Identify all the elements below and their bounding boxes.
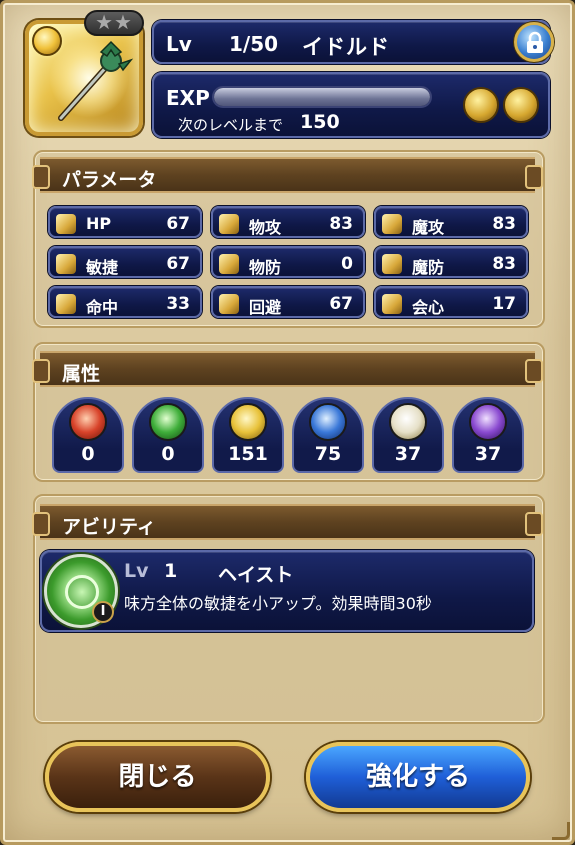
- ability-level-label: Lv: [124, 560, 149, 582]
- ability-description: 味方全体の敏捷を小アップ。効果時間30秒: [124, 594, 432, 613]
- lock-button[interactable]: [514, 22, 554, 62]
- close-button[interactable]: 閉じる: [45, 742, 270, 812]
- parameters-header: パラメータ: [32, 157, 543, 193]
- water-element-icon: [309, 403, 347, 441]
- wind-element-icon: [149, 403, 187, 441]
- element-value: 151: [228, 443, 268, 465]
- element-water: 75: [292, 397, 364, 473]
- element-value: 0: [81, 443, 95, 465]
- stat-name: 魔攻: [412, 218, 445, 237]
- stat-name: 物攻: [249, 218, 282, 237]
- stat-name: HP: [86, 214, 112, 233]
- stat-magic-defense: 魔防 83: [374, 246, 528, 278]
- stat-name: 敏捷: [86, 258, 119, 277]
- feather-icon[interactable]: [503, 87, 539, 123]
- attributes-title: 属性: [62, 363, 101, 385]
- element-light: 151: [212, 397, 284, 473]
- exp-gauge-fill: [214, 88, 430, 106]
- element-value: 75: [314, 443, 342, 465]
- stat-name: 会心: [412, 298, 445, 317]
- attributes-header: 属性: [32, 351, 543, 387]
- stat-value: 33: [166, 294, 190, 314]
- fire-element-icon: [69, 403, 107, 441]
- stat-name: 物防: [249, 258, 282, 277]
- element-fire: 0: [52, 397, 124, 473]
- rarity-stars: ★★: [84, 10, 144, 36]
- light-element-icon: [32, 26, 62, 56]
- stat-accuracy: 命中 33: [48, 286, 202, 318]
- ability-title: アビリティ: [62, 516, 156, 538]
- level-bar: Lv 1/50 イドルド: [152, 20, 550, 64]
- stat-value: 67: [166, 254, 190, 274]
- stat-value: 83: [492, 254, 516, 274]
- stat-value: 83: [492, 214, 516, 234]
- stat-value: 67: [329, 294, 353, 314]
- earth-element-icon: [389, 403, 427, 441]
- element-value: 0: [161, 443, 175, 465]
- exp-gauge: [212, 86, 432, 108]
- element-value: 37: [394, 443, 422, 465]
- element-dark: 37: [452, 397, 524, 473]
- dark-element-icon: [469, 403, 507, 441]
- light-element-icon: [229, 403, 267, 441]
- staff-icon: [382, 214, 402, 234]
- ability-level-value: 1: [164, 560, 178, 582]
- corner-ornament: [552, 822, 570, 840]
- ability-rank-badge: I: [92, 601, 114, 623]
- exp-label: EXP: [166, 86, 210, 110]
- magic-shield-icon: [382, 254, 402, 274]
- stat-physical-defense: 物防 0: [211, 246, 365, 278]
- shield-icon: [219, 254, 239, 274]
- stat-evasion: 回避 67: [211, 286, 365, 318]
- stat-hp: HP 67: [48, 206, 202, 238]
- weapon-name: イドルド: [302, 35, 390, 59]
- wing-boot-icon: [56, 254, 76, 274]
- next-level-value: 150: [300, 111, 340, 133]
- ability-header: アビリティ: [32, 504, 543, 540]
- stat-agility: 敏捷 67: [48, 246, 202, 278]
- fist-icon: [382, 294, 402, 314]
- stat-value: 0: [341, 254, 353, 274]
- stat-value: 67: [166, 214, 190, 234]
- element-value: 37: [474, 443, 502, 465]
- enhance-button[interactable]: 強化する: [306, 742, 530, 812]
- stat-name: 回避: [249, 298, 282, 317]
- stat-value: 83: [329, 214, 353, 234]
- stat-value: 17: [492, 294, 516, 314]
- stat-physical-attack: 物攻 83: [211, 206, 365, 238]
- element-wind: 0: [132, 397, 204, 473]
- dodge-icon: [219, 294, 239, 314]
- level-label: Lv: [166, 32, 192, 56]
- stat-name: 命中: [86, 298, 119, 317]
- parameters-title: パラメータ: [62, 169, 157, 191]
- level-value: 1/50: [229, 32, 279, 56]
- ability-name: ヘイスト: [218, 564, 294, 586]
- sword-icon: [219, 214, 239, 234]
- lock-icon: [527, 31, 543, 53]
- stat-magic-attack: 魔攻 83: [374, 206, 528, 238]
- heart-icon: [56, 214, 76, 234]
- stat-name: 魔防: [412, 258, 445, 277]
- element-earth: 37: [372, 397, 444, 473]
- next-level-label: 次のレベルまで: [178, 116, 284, 134]
- bow-icon: [56, 294, 76, 314]
- upgrade-icon[interactable]: [463, 87, 499, 123]
- stat-critical: 会心 17: [374, 286, 528, 318]
